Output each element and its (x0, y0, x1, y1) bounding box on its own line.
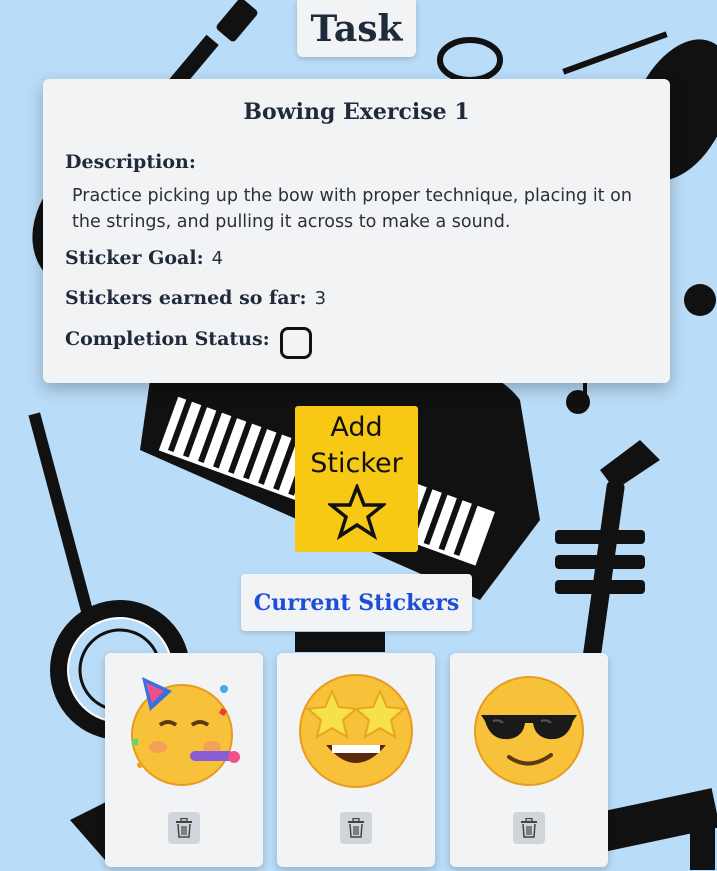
delete-sticker-button[interactable] (513, 812, 545, 844)
sticker-card (277, 653, 435, 867)
delete-sticker-button[interactable] (168, 812, 200, 844)
page-title: Task (297, 0, 416, 57)
sticker-goal-value: 4 (211, 247, 224, 269)
current-stickers-heading: Current Stickers (241, 574, 472, 631)
stickers-earned-label: Stickers earned so far: (65, 287, 307, 309)
sticker-goal-label: Sticker Goal: (65, 247, 204, 269)
description-label: Description: (65, 151, 196, 173)
partying-face-sticker (105, 669, 263, 789)
task-details-card: Bowing Exercise 1 Description: Practice … (43, 79, 670, 383)
star-struck-sticker (277, 669, 435, 789)
stickers-earned-row: Stickers earned so far: 3 (65, 287, 326, 309)
completion-checkbox[interactable] (279, 327, 312, 359)
sticker-goal-row: Sticker Goal: 4 (65, 247, 223, 269)
trash-icon (176, 818, 192, 838)
delete-sticker-button[interactable] (340, 812, 372, 844)
completion-status-row: Completion Status: (65, 319, 312, 359)
trash-icon (348, 818, 364, 838)
task-name: Bowing Exercise 1 (243, 99, 470, 125)
star-icon (327, 484, 386, 540)
completion-status-label: Completion Status: (65, 328, 270, 350)
sunglasses-face-sticker (450, 669, 608, 789)
add-sticker-button[interactable]: Add Sticker (295, 406, 418, 552)
task-description: Practice picking up the bow with proper … (72, 186, 632, 232)
sticker-card (450, 653, 608, 867)
add-sticker-label: Add Sticker (310, 412, 403, 479)
stickers-earned-value: 3 (314, 287, 327, 309)
trash-icon (521, 818, 537, 838)
sticker-card (105, 653, 263, 867)
